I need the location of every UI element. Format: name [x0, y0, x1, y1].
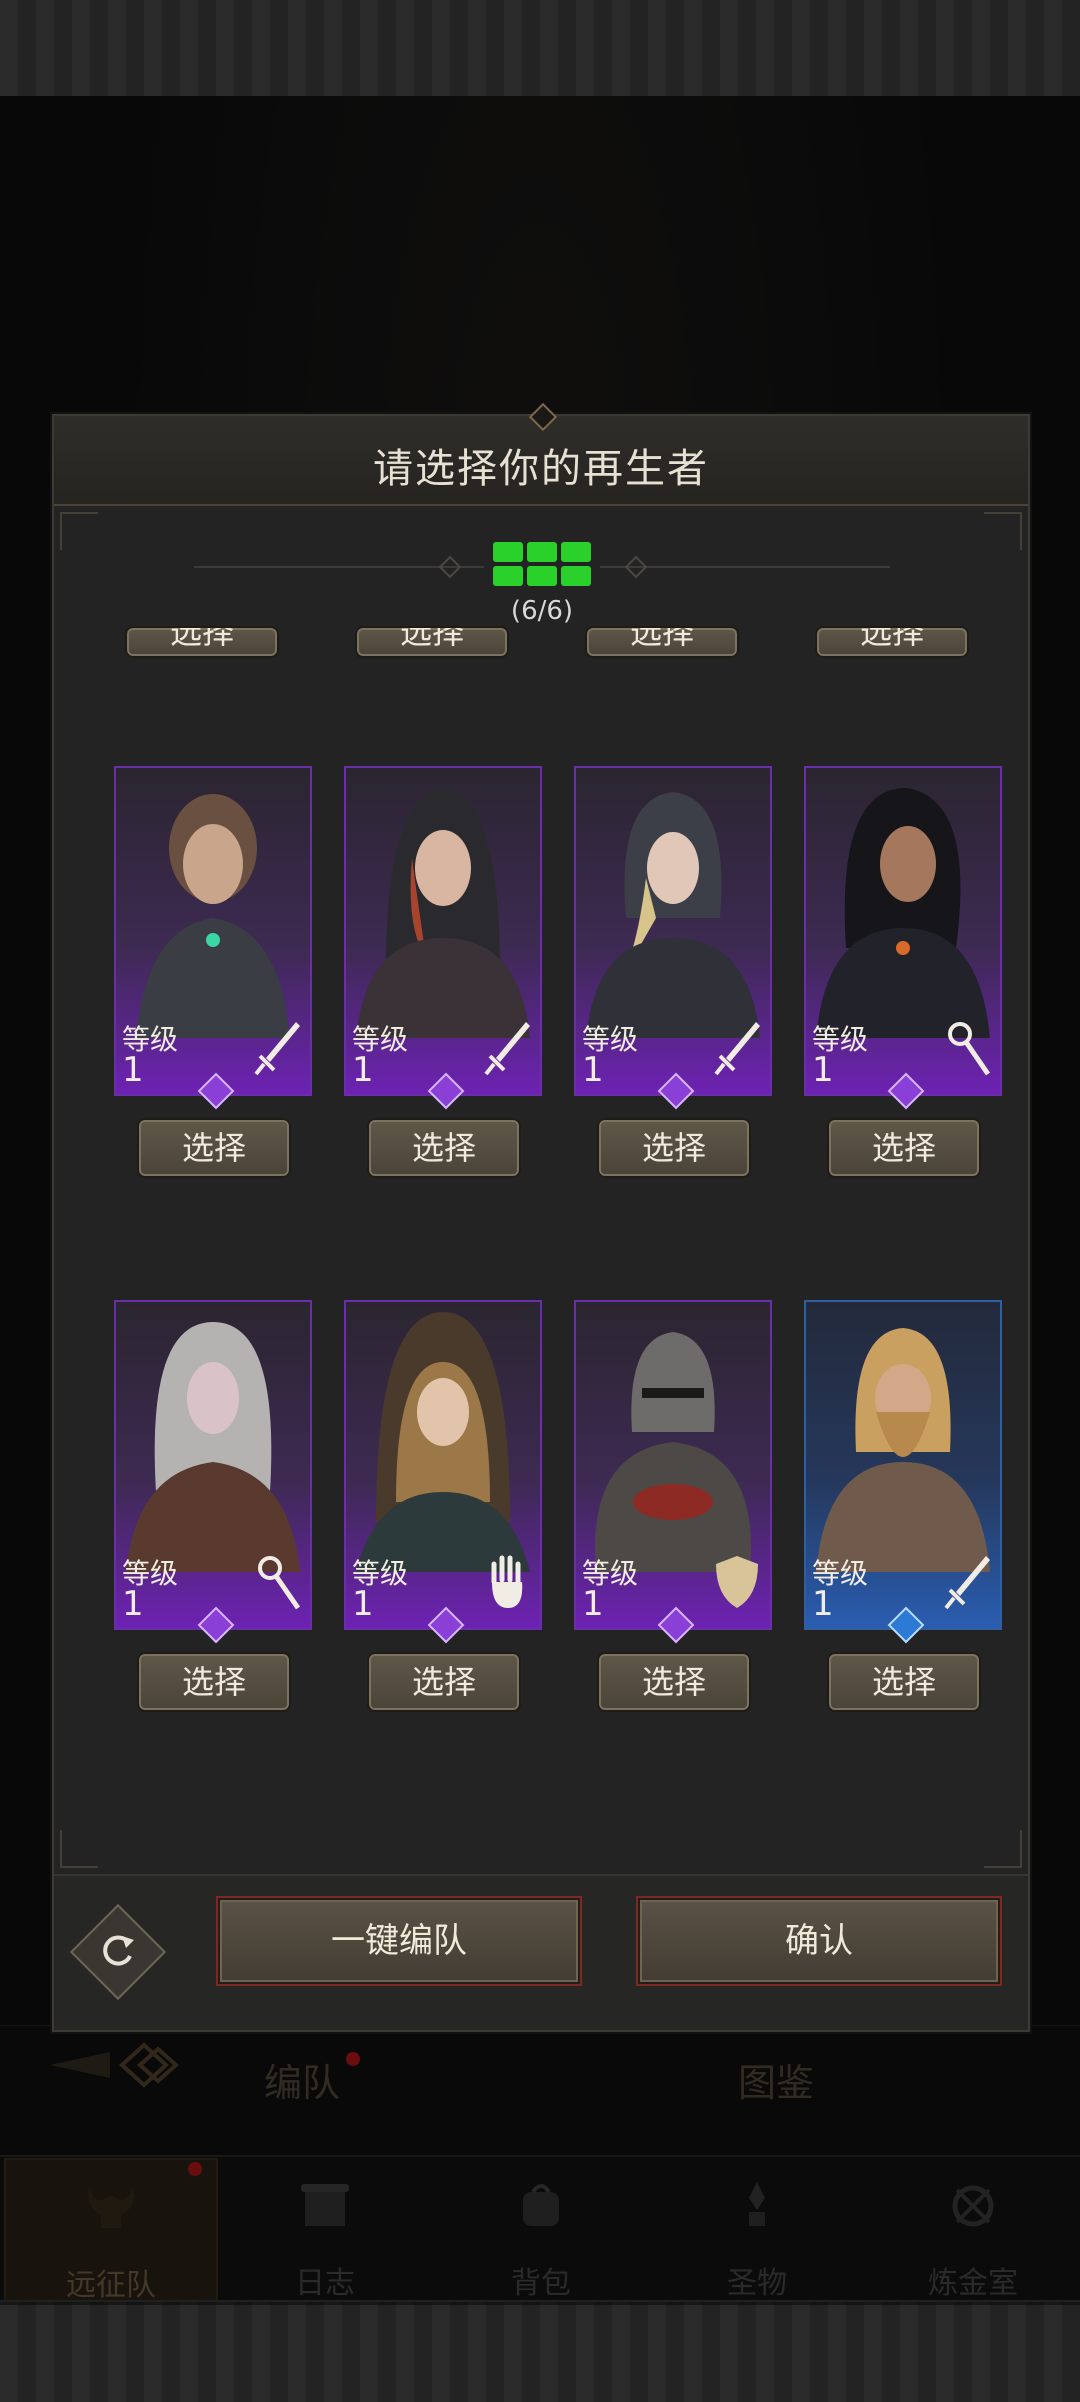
hero-portrait: [356, 1312, 530, 1572]
hero-portrait: [816, 1328, 990, 1572]
hero-level: 1: [812, 1584, 834, 1624]
select-button[interactable]: 选择: [125, 626, 279, 658]
rarity-gem: [887, 1606, 925, 1644]
staff-icon: [948, 1022, 991, 1076]
team-count: (6/6): [510, 596, 574, 626]
hero-portrait: [126, 1322, 300, 1572]
hero-card[interactable]: 等级 1: [804, 1300, 1002, 1644]
dialog-title: 请选择你的再生者: [373, 446, 709, 492]
hero-card[interactable]: 等级 1: [344, 1300, 542, 1644]
rarity-gem: [197, 1072, 235, 1110]
rarity-gem: [197, 1606, 235, 1644]
select-button[interactable]: 选择: [827, 1652, 981, 1712]
hero-level: 1: [582, 1050, 604, 1090]
rarity-gem: [887, 1072, 925, 1110]
hero-card[interactable]: 等级 1: [114, 1300, 312, 1644]
auto-team-button[interactable]: 一键编队: [218, 1898, 580, 1984]
shield-icon: [716, 1556, 758, 1608]
frame-corner: [984, 512, 1022, 550]
hero-select-dialog: 请选择你的再生者 (6/6) 选择 选择 选择 选择 等级 1 选择 等级 1 …: [52, 402, 1030, 2032]
select-button[interactable]: 选择: [137, 1118, 291, 1178]
hero-portrait: [356, 788, 530, 1038]
staff-icon: [258, 1556, 301, 1610]
select-button[interactable]: 选择: [367, 1118, 521, 1178]
hand-icon: [491, 1555, 523, 1608]
hero-card[interactable]: 等级 1: [574, 766, 772, 1110]
hero-portrait: [586, 792, 760, 1038]
divider-diamond: [624, 555, 648, 579]
select-button[interactable]: 选择: [137, 1652, 291, 1712]
hero-level: 1: [812, 1050, 834, 1090]
sword-icon: [484, 1022, 530, 1076]
hero-level: 1: [352, 1050, 374, 1090]
hero-card[interactable]: 等级 1: [114, 766, 312, 1110]
select-button[interactable]: 选择: [597, 1652, 751, 1712]
hero-card[interactable]: 等级 1: [804, 766, 1002, 1110]
hero-portrait: [136, 794, 290, 1038]
select-button[interactable]: 选择: [355, 626, 509, 658]
hero-portrait: [594, 1332, 752, 1572]
bottom-decorative-bar: [0, 2300, 1080, 2402]
hero-portrait: [816, 788, 990, 1038]
hero-card[interactable]: 等级 1: [344, 766, 542, 1110]
select-button[interactable]: 选择: [585, 626, 739, 658]
dialog-footer: 一键编队 确认: [54, 1876, 1028, 2030]
refresh-icon: [103, 1935, 134, 1966]
select-button[interactable]: 选择: [815, 626, 969, 658]
rarity-gem: [427, 1072, 465, 1110]
select-button[interactable]: 选择: [827, 1118, 981, 1178]
hero-level: 1: [582, 1584, 604, 1624]
rarity-gem: [657, 1606, 695, 1644]
top-decorative-bar: [0, 0, 1080, 98]
rarity-gem: [657, 1072, 695, 1110]
sword-icon: [944, 1556, 990, 1610]
select-button[interactable]: 选择: [597, 1118, 751, 1178]
hero-level: 1: [122, 1050, 144, 1090]
hero-level: 1: [122, 1584, 144, 1624]
frame-corner: [60, 512, 98, 550]
hero-card[interactable]: 等级 1: [574, 1300, 772, 1644]
hero-level: 1: [352, 1584, 374, 1624]
rarity-gem: [427, 1606, 465, 1644]
select-button[interactable]: 选择: [367, 1652, 521, 1712]
hero-roster[interactable]: 选择 选择 选择 选择 等级 1 选择 等级 1 选择 等级 1 选择 等级 1…: [62, 626, 1020, 1876]
sword-icon: [714, 1022, 760, 1076]
team-slots-icon: [493, 542, 591, 586]
confirm-button[interactable]: 确认: [638, 1898, 1000, 1984]
divider-diamond: [438, 555, 462, 579]
sword-icon: [254, 1022, 300, 1076]
dialog-header: 请选择你的再生者: [54, 402, 1028, 506]
